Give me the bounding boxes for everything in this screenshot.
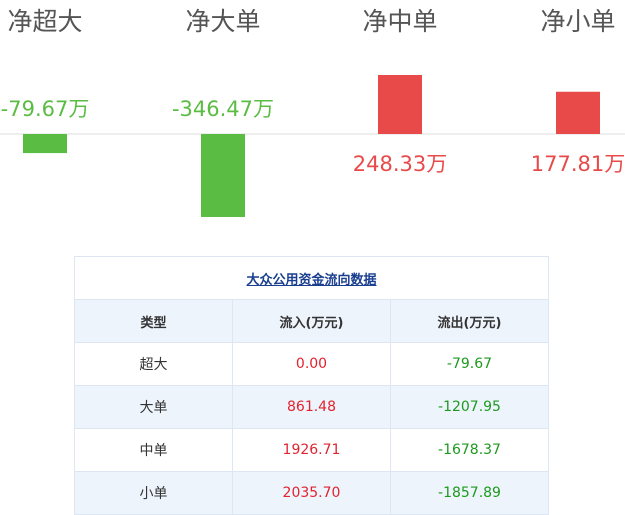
table-row: 超大 0.00 -79.67 <box>74 342 549 386</box>
data-label: -79.67万 <box>1 97 90 121</box>
category-label: 净小单 <box>540 7 615 36</box>
column-header-type: 类型 <box>74 299 233 343</box>
table-header-row: 类型 流入(万元) 流出(万元) <box>74 299 549 343</box>
outflow-cell: -79.67 <box>390 342 549 386</box>
inflow-cell: 0.00 <box>232 342 391 386</box>
type-cell: 中单 <box>74 428 233 472</box>
bar <box>23 134 67 154</box>
net-flow-bar-chart: 净超大 -79.67万 净大单 -346.47万 净中单 248.33万 净小单 177.81… <box>0 7 625 217</box>
table-row: 小单 2035.70 -1857.89 <box>74 471 549 515</box>
category-label: 净中单 <box>362 7 437 36</box>
inflow-cell: 861.48 <box>232 385 391 429</box>
type-cell: 大单 <box>74 385 233 429</box>
table-title[interactable]: 大众公用资金流向数据 <box>74 256 549 300</box>
data-label: 248.33万 <box>353 152 447 176</box>
inflow-cell: 2035.70 <box>232 471 391 515</box>
type-cell: 超大 <box>74 342 233 386</box>
category-label: 净大单 <box>185 7 260 36</box>
capital-flow-table: 大众公用资金流向数据 类型 流入(万元) 流出(万元) 超大 0.00 -79.… <box>74 256 549 515</box>
data-label: 177.81万 <box>531 152 625 176</box>
data-label: -346.47万 <box>172 97 274 121</box>
outflow-cell: -1207.95 <box>390 385 549 429</box>
bar <box>378 75 422 134</box>
bar <box>556 91 600 134</box>
inflow-cell: 1926.71 <box>232 428 391 472</box>
type-cell: 小单 <box>74 471 233 515</box>
outflow-cell: -1678.37 <box>390 428 549 472</box>
outflow-cell: -1857.89 <box>390 471 549 515</box>
category-label: 净超大 <box>7 7 82 36</box>
column-header-inflow: 流入(万元) <box>232 299 391 343</box>
bar <box>201 134 245 217</box>
table-row: 中单 1926.71 -1678.37 <box>74 428 549 472</box>
table-row: 大单 861.48 -1207.95 <box>74 385 549 429</box>
column-header-outflow: 流出(万元) <box>390 299 549 343</box>
